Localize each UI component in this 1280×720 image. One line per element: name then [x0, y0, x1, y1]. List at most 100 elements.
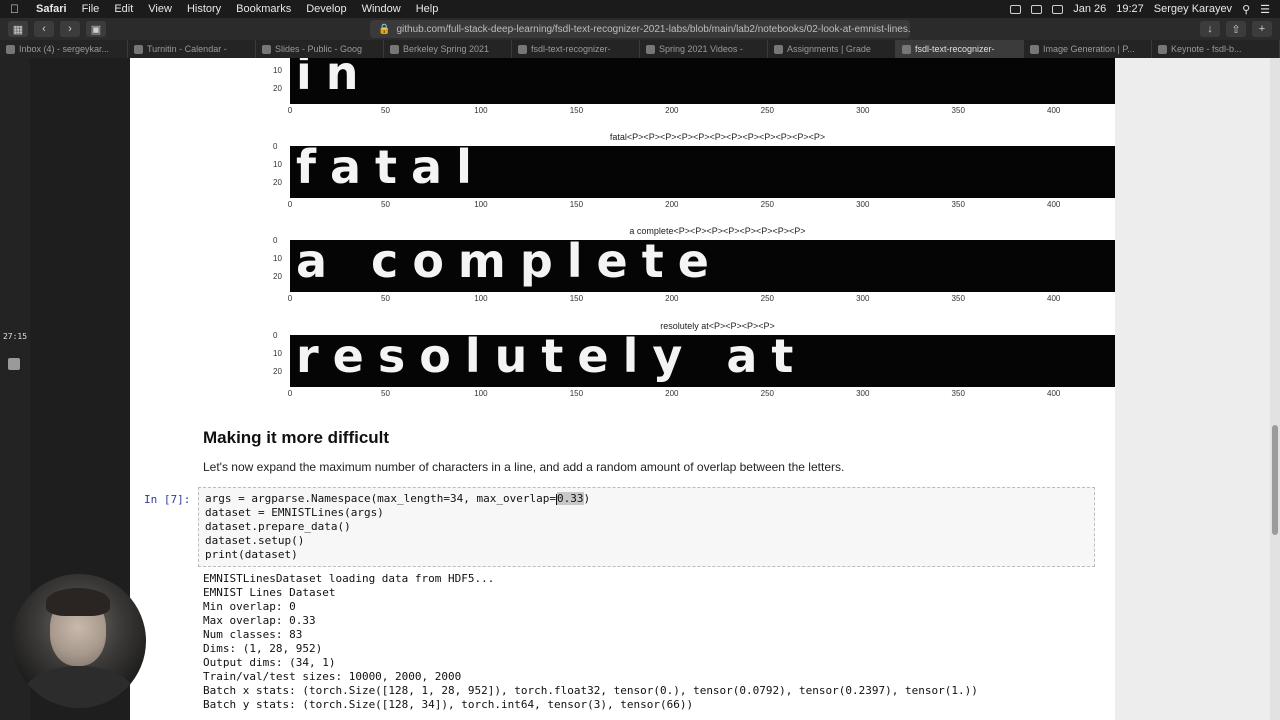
- x-ticks: 0 50 100 150 200 250 300 350 400: [288, 106, 1115, 118]
- favicon-icon: [1158, 44, 1167, 54]
- presenter-hair: [46, 588, 110, 616]
- tab-calendar[interactable]: Turnitin - Calendar -: [128, 40, 256, 58]
- output-line: Max overlap: 0.33: [203, 614, 316, 627]
- tab-berkeley[interactable]: Berkeley Spring 2021: [384, 40, 512, 58]
- x-tick: 300: [856, 294, 870, 303]
- x-tick: 350: [951, 294, 965, 303]
- x-tick: 250: [760, 106, 774, 115]
- cell-prompt: In [7]:: [144, 493, 191, 506]
- favicon-icon: [134, 44, 143, 54]
- cell-output: EMNISTLinesDataset loading data from HDF…: [203, 572, 978, 712]
- safari-toolbar: ▦ ‹ › ▣ 🔒 github.com/full-stack-deep-lea…: [0, 18, 1280, 40]
- clock-time[interactable]: 19:27: [1116, 3, 1144, 15]
- share-icon[interactable]: ⇧: [1226, 21, 1246, 37]
- output-line: Train/val/test sizes: 10000, 2000, 2000: [203, 670, 462, 683]
- scrollbar[interactable]: [1270, 58, 1280, 720]
- code-cell[interactable]: args = argparse.Namespace(max_length=34,…: [198, 487, 1095, 567]
- x-tick: 200: [665, 294, 679, 303]
- tab-keynote[interactable]: Keynote - fsdl-b...: [1152, 40, 1280, 58]
- menu-help[interactable]: Help: [416, 3, 439, 15]
- line-image: fatal: [290, 146, 1115, 198]
- x-tick: 150: [569, 200, 584, 209]
- screen-record-icon[interactable]: [1010, 4, 1022, 14]
- favicon-icon: [774, 44, 783, 54]
- scrollbar-thumb[interactable]: [1272, 425, 1278, 535]
- output-line: Batch x stats: (torch.Size([128, 1, 28, …: [203, 684, 978, 697]
- section-heading: Making it more difficult: [203, 428, 390, 447]
- line-image-plot: fatal<P><P><P><P><P><P><P><P><P><P><P><P…: [195, 132, 1115, 216]
- y-tick: 0: [273, 236, 278, 245]
- output-line: EMNISTLinesDataset loading data from HDF…: [203, 572, 495, 585]
- tab-videos[interactable]: Spring 2021 Videos -: [640, 40, 768, 58]
- section-paragraph: Let's now expand the maximum number of c…: [203, 460, 845, 474]
- code-line: dataset.prepare_data(): [205, 520, 351, 533]
- x-tick: 300: [856, 389, 870, 398]
- menu-view[interactable]: View: [148, 3, 172, 15]
- code-line: print(dataset): [205, 548, 298, 561]
- y-tick: 10: [273, 254, 282, 263]
- line-image: resolutely at: [290, 335, 1115, 387]
- menu-safari[interactable]: Safari: [36, 3, 67, 15]
- x-tick: 200: [665, 106, 679, 115]
- menu-file[interactable]: File: [82, 3, 100, 15]
- x-tick: 100: [474, 389, 488, 398]
- code-line: args = argparse.Namespace(max_length=34,…: [205, 492, 591, 505]
- menu-develop[interactable]: Develop: [306, 3, 346, 15]
- menu-window[interactable]: Window: [362, 3, 401, 15]
- x-tick: 150: [569, 294, 584, 303]
- tab-inbox[interactable]: Inbox (4) - sergeykar...: [0, 40, 128, 58]
- y-tick: 20: [273, 84, 282, 93]
- downloads-icon[interactable]: ↓: [1200, 21, 1220, 37]
- menu-history[interactable]: History: [187, 3, 221, 15]
- x-tick: 200: [665, 200, 679, 209]
- spotlight-icon[interactable]: ⚲: [1242, 3, 1250, 16]
- y-tick: 10: [273, 66, 282, 75]
- tab-bar: Inbox (4) - sergeykar... Turnitin - Cale…: [0, 40, 1280, 58]
- code-line: dataset = EMNISTLines(args): [205, 506, 384, 519]
- forward-icon[interactable]: ›: [60, 21, 80, 37]
- control-center-icon[interactable]: ☰: [1260, 3, 1270, 16]
- back-icon[interactable]: ‹: [34, 21, 54, 37]
- y-tick: 20: [273, 178, 282, 187]
- favicon-icon: [1030, 44, 1039, 54]
- x-tick: 350: [951, 106, 965, 115]
- line-image: in: [290, 58, 1115, 104]
- favicon-icon: [646, 44, 655, 54]
- new-tab-icon[interactable]: +: [1252, 21, 1272, 37]
- menu-bookmarks[interactable]: Bookmarks: [236, 3, 291, 15]
- x-tick: 300: [856, 106, 870, 115]
- stop-recording-icon[interactable]: [8, 358, 20, 370]
- recording-timer: 27:15: [2, 332, 28, 341]
- x-tick: 100: [474, 200, 488, 209]
- sidebar-toggle-icon[interactable]: ▦: [8, 21, 28, 37]
- x-tick: 100: [474, 106, 488, 115]
- x-tick: 50: [381, 106, 390, 115]
- battery-icon[interactable]: [1052, 4, 1064, 14]
- x-ticks: 0 50 100 150 200 250 300 350 400: [288, 389, 1115, 401]
- selected-text: 0.33: [557, 492, 584, 505]
- tab-slides[interactable]: Slides - Public - Goog: [256, 40, 384, 58]
- output-line: Min overlap: 0: [203, 600, 296, 613]
- tab-assignments[interactable]: Assignments | Grade: [768, 40, 896, 58]
- favicon-icon: [390, 44, 399, 54]
- tab-fsdl-active[interactable]: fsdl-text-recognizer-: [896, 40, 1024, 58]
- tab-image-generation[interactable]: Image Generation | P...: [1024, 40, 1152, 58]
- tabs-overview-icon[interactable]: ▣: [86, 21, 106, 37]
- menu-edit[interactable]: Edit: [114, 3, 133, 15]
- wifi-icon[interactable]: [1031, 4, 1043, 14]
- tab-fsdl-1[interactable]: fsdl-text-recognizer-: [512, 40, 640, 58]
- github-icon: [518, 44, 527, 54]
- y-tick: 0: [273, 331, 278, 340]
- page-right-margin: [1115, 58, 1280, 720]
- address-bar[interactable]: 🔒 github.com/full-stack-deep-learning/fs…: [370, 20, 910, 38]
- apple-icon[interactable]: : [10, 2, 24, 16]
- lock-icon: 🔒: [378, 23, 391, 35]
- x-tick: 0: [287, 200, 293, 209]
- code-line: dataset.setup(): [205, 534, 305, 547]
- line-image-plot: a complete<P><P><P><P><P><P><P><P> a com…: [195, 226, 1115, 310]
- presenter-body: [22, 666, 136, 708]
- plot-title: a complete<P><P><P><P><P><P><P><P>: [629, 226, 806, 236]
- x-tick: 0: [287, 294, 293, 303]
- clock-date[interactable]: Jan 26: [1073, 3, 1106, 15]
- user-name[interactable]: Sergey Karayev: [1154, 3, 1232, 15]
